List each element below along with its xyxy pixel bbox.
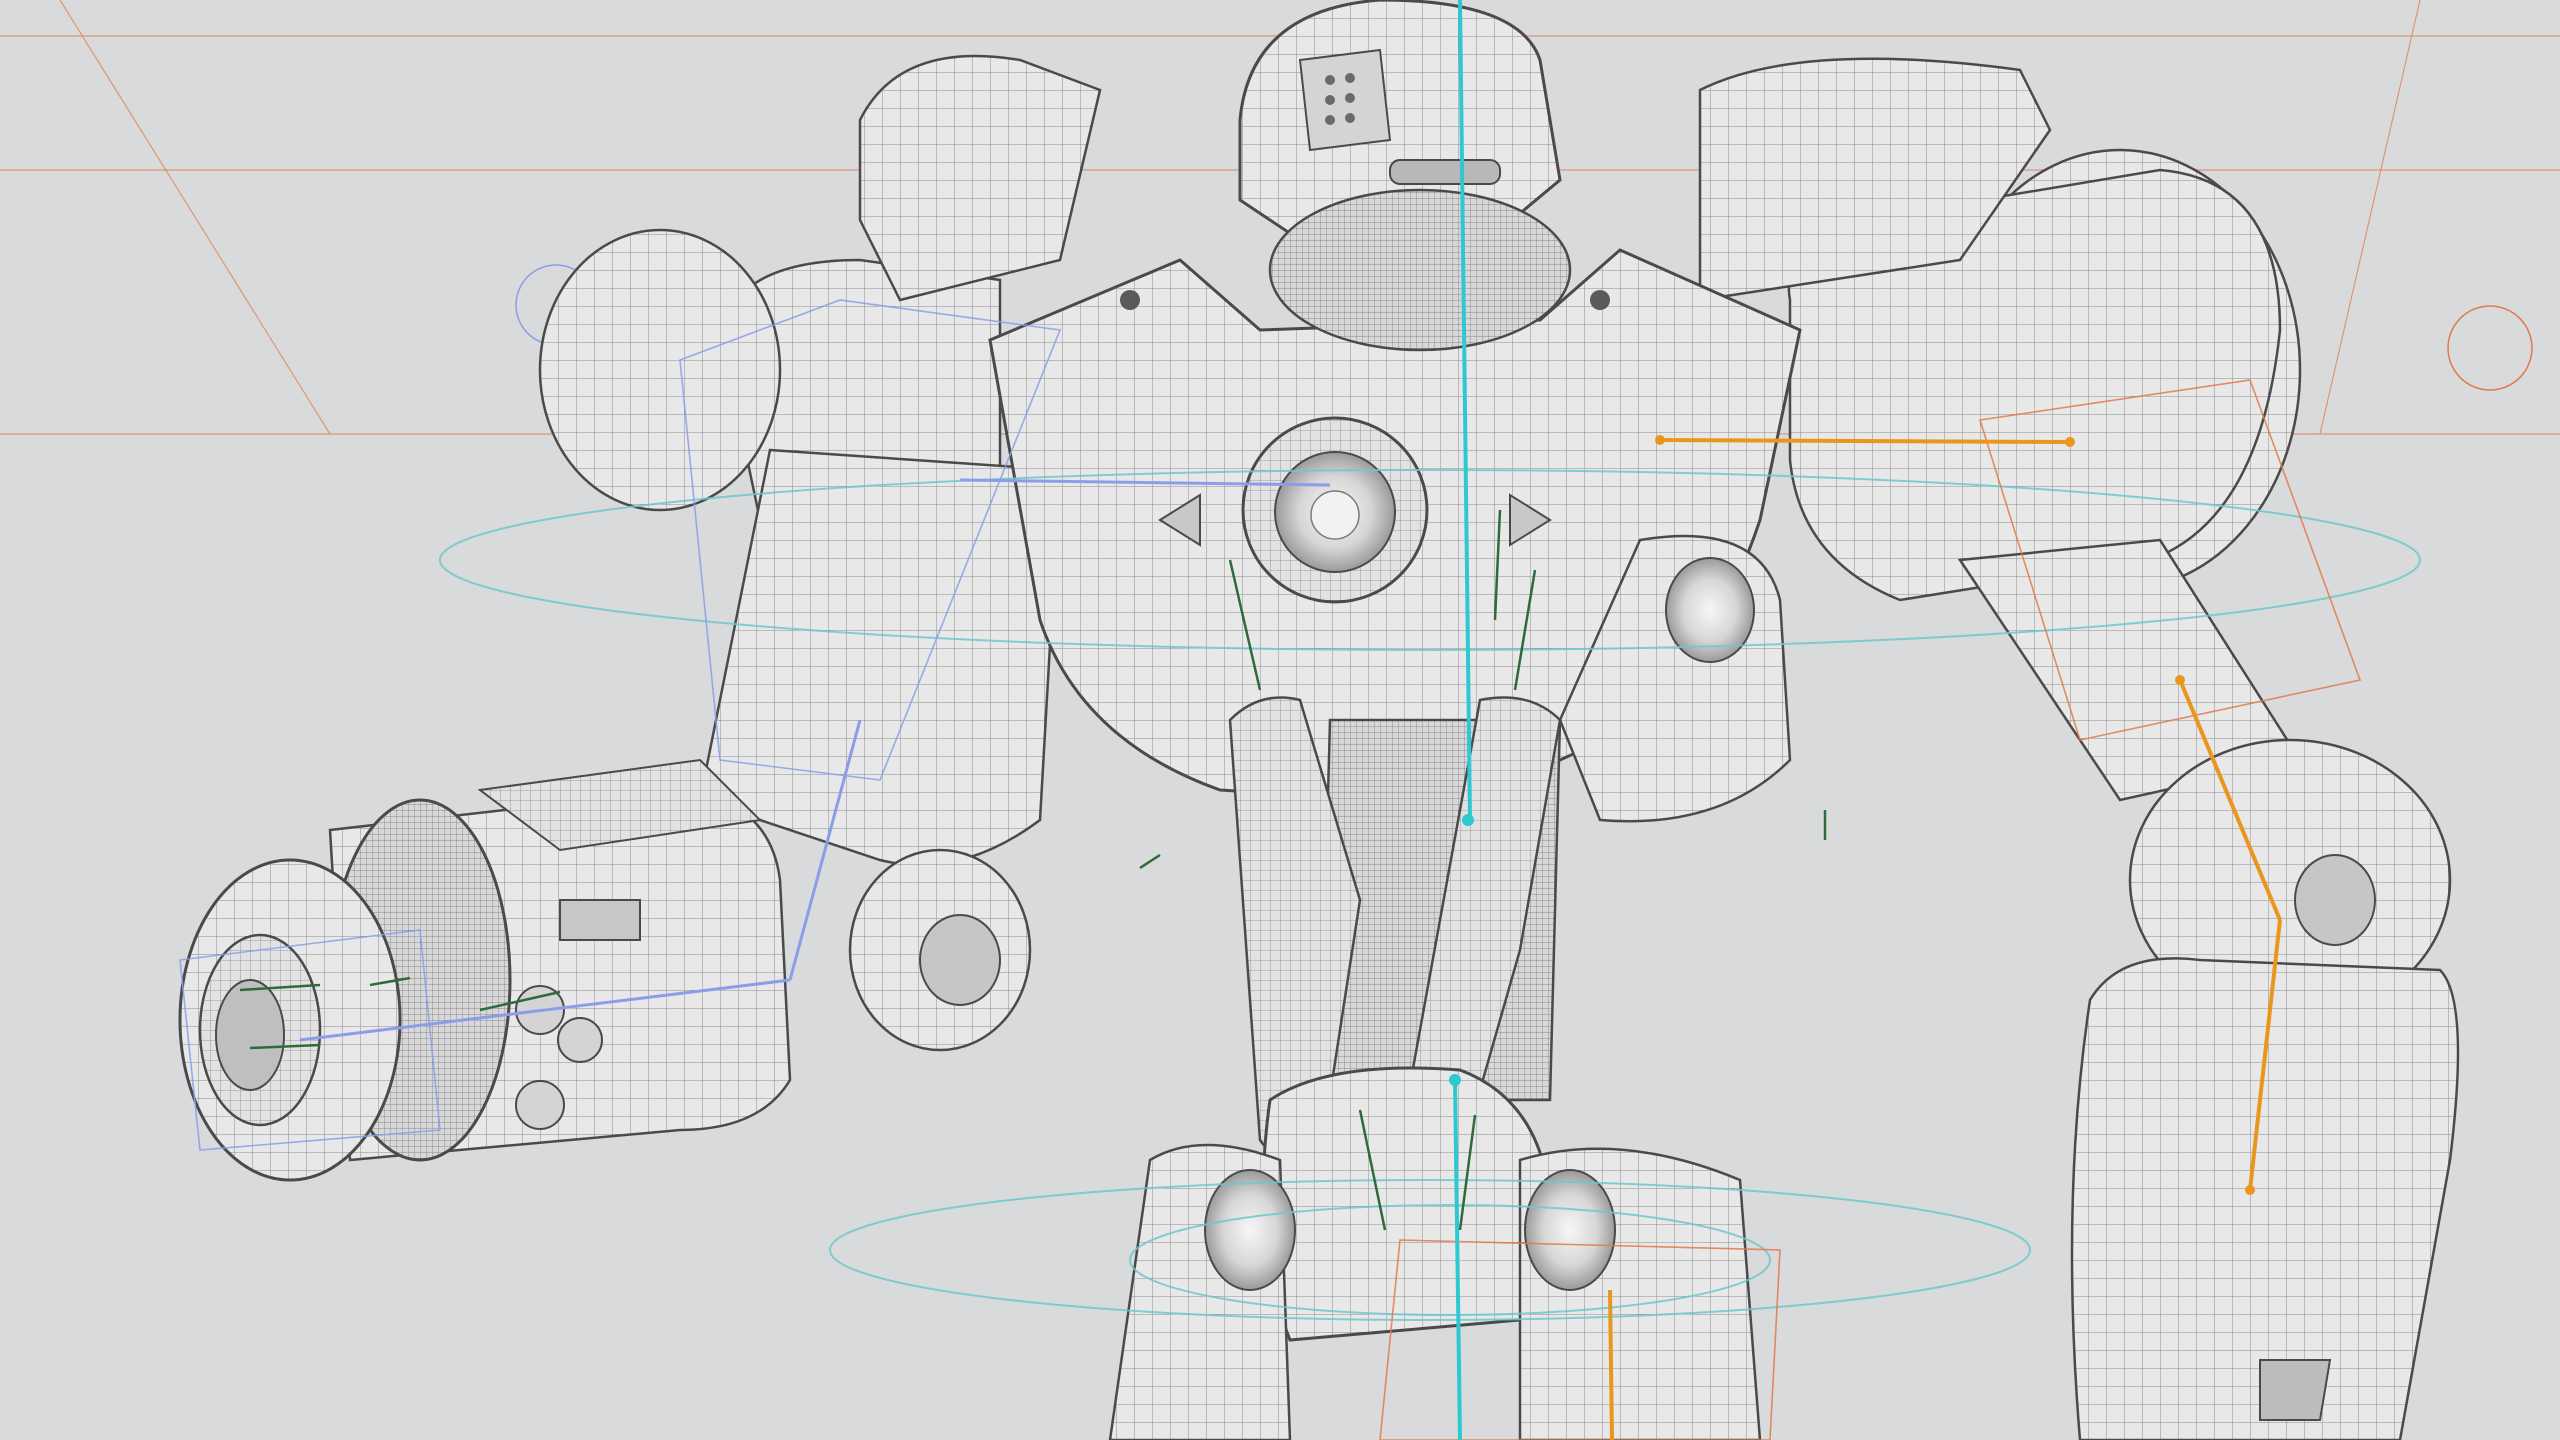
3d-viewport[interactable] bbox=[0, 0, 2560, 1440]
head[interactable] bbox=[1238, 0, 1572, 352]
circle-control-icon bbox=[2447, 305, 2533, 391]
right-arm[interactable] bbox=[1787, 148, 2460, 1440]
hips[interactable] bbox=[1108, 1066, 1762, 1440]
arm-blaster[interactable] bbox=[178, 758, 792, 1182]
